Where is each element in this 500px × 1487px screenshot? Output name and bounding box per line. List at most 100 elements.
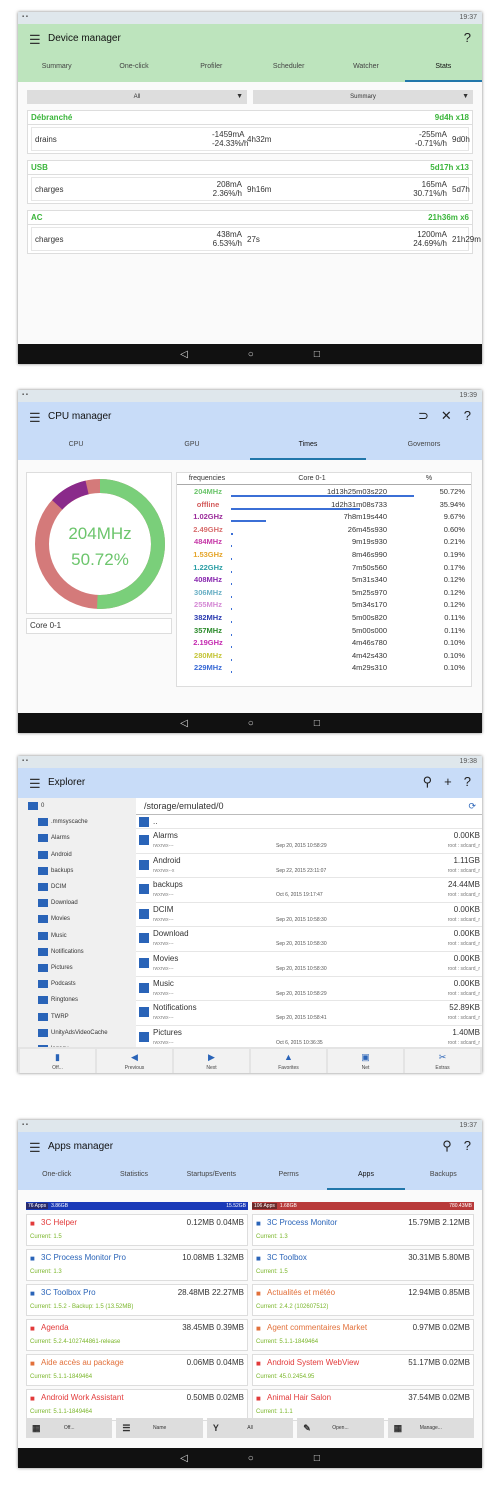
view-dropdown[interactable]: Summary ▼ <box>253 90 473 104</box>
app-item[interactable]: ■ Android Work Assistant 0.50MB 0.02MB Curr… <box>26 1389 248 1421</box>
tab-5[interactable]: Stats <box>404 54 482 82</box>
app-item[interactable]: ■ 3C Toolbox Pro 28.48MB 22.27MB Current: 1… <box>26 1284 248 1316</box>
file-owner: root : sdcard_r <box>447 965 480 972</box>
tree-item[interactable]: TWRP <box>18 1008 136 1024</box>
back-icon[interactable]: ◁ <box>180 718 188 729</box>
tree-item[interactable]: Music <box>18 928 136 944</box>
recents-icon[interactable]: □ <box>314 1453 320 1464</box>
bottom-button-3[interactable]: ✎ Open... <box>297 1418 384 1438</box>
app-item[interactable]: ■ 3C Toolbox 30.31MB 5.80MB Current: 1.5 <box>252 1249 474 1281</box>
toolbar-button-3[interactable]: ▲ Favorites <box>251 1049 326 1073</box>
tree-item[interactable]: Download <box>18 895 136 911</box>
close-icon[interactable]: ✕ <box>441 408 452 424</box>
file-row[interactable]: Android rwxrwx--x Sep 22, 2015 23:11:07 1.1… <box>136 854 482 879</box>
back-icon[interactable]: ◁ <box>180 1453 188 1464</box>
back-icon[interactable]: ◁ <box>180 349 188 360</box>
tab-1[interactable]: GPU <box>134 432 250 460</box>
recents-icon[interactable]: □ <box>314 349 320 360</box>
tab-3[interactable]: Governors <box>366 432 482 460</box>
tab-1[interactable]: Statistics <box>95 1162 172 1190</box>
tab-0[interactable]: CPU <box>18 432 134 460</box>
help-icon[interactable]: ? <box>464 408 471 424</box>
app-item[interactable]: ■ Animal Hair Salon 37.54MB 0.02MB Current:… <box>252 1389 474 1421</box>
search-icon[interactable]: ⚲ <box>442 1138 452 1154</box>
tab-4[interactable]: Watcher <box>327 54 404 82</box>
tree-item[interactable]: .mmsyscache <box>18 814 136 830</box>
app-item[interactable]: ■ 3C Process Monitor 15.79MB 2.12MB Current… <box>252 1214 474 1246</box>
tree-item-label: DCIM <box>51 884 67 891</box>
tree-item[interactable]: Alarms <box>18 830 136 846</box>
help-icon[interactable]: ? <box>464 774 471 790</box>
toolbar-button-1[interactable]: ◀ Previous <box>97 1049 172 1073</box>
tree-item[interactable]: Pictures <box>18 960 136 976</box>
tree-item[interactable]: DCIM <box>18 879 136 895</box>
undo-icon[interactable]: ⊃ <box>418 408 429 424</box>
menu-icon[interactable]: ☰ <box>29 1140 41 1156</box>
tab-3[interactable]: Scheduler <box>250 54 327 82</box>
tree-item[interactable]: UnityAdsVideoCache <box>18 1025 136 1041</box>
menu-icon[interactable]: ☰ <box>29 776 41 792</box>
file-row[interactable]: Alarms rwxrwx--- Sep 20, 2015 10:58:29 0.00… <box>136 829 482 854</box>
tree-item[interactable]: Ringtones <box>18 992 136 1008</box>
app-item[interactable]: ■ Android System WebView 51.17MB 0.02MB Cur… <box>252 1354 474 1386</box>
tree-item[interactable]: 0 <box>18 798 136 814</box>
frequency-label: 1.53GHz <box>193 549 223 559</box>
tree-item[interactable]: Movies <box>18 911 136 927</box>
app-item[interactable]: ■ Agent commentaires Market 0.97MB 0.02MB C… <box>252 1319 474 1351</box>
toolbar-button-5[interactable]: ✂ Extras <box>405 1049 480 1073</box>
tab-0[interactable]: One-click <box>18 1162 95 1190</box>
tab-1[interactable]: One-click <box>95 54 172 82</box>
app-item[interactable]: ■ 3C Process Monitor Pro 10.08MB 1.32MB Cur… <box>26 1249 248 1281</box>
tree-item-label: Pictures <box>51 964 73 971</box>
tab-4[interactable]: Apps <box>327 1162 405 1190</box>
file-row[interactable]: Notifications rwxrwx--- Sep 20, 2015 10:58… <box>136 1001 482 1026</box>
tab-2[interactable]: Profiler <box>173 54 250 82</box>
toolbar-button-2[interactable]: ▶ Next <box>174 1049 249 1073</box>
recents-icon[interactable]: □ <box>314 718 320 729</box>
home-icon[interactable]: ○ <box>248 1453 254 1464</box>
core-selector[interactable]: Core 0-1 <box>26 618 172 634</box>
file-row[interactable]: Movies rwxrwx--- Sep 20, 2015 10:58:30 0.00… <box>136 952 482 977</box>
search-icon[interactable]: ⚲ <box>423 774 433 790</box>
filter-dropdown[interactable]: All ▼ <box>27 90 247 104</box>
help-icon[interactable]: ? <box>464 1138 471 1154</box>
file-row[interactable]: Download rwxrwx--- Sep 20, 2015 10:58:30 0.… <box>136 927 482 952</box>
app-item[interactable]: ■ Aide accès au package 0.06MB 0.04MB Curre… <box>26 1354 248 1386</box>
refresh-icon[interactable]: ⟳ <box>468 801 476 812</box>
tab-0[interactable]: Summary <box>18 54 95 82</box>
frequency-label: 255MHz <box>194 600 222 610</box>
frequency-label: 2.49GHz <box>193 524 223 534</box>
toolbar-button-4[interactable]: ▣ Net <box>328 1049 403 1073</box>
file-row[interactable]: backups rwxrwx--- Oct 6, 2015 19:17:47 24.4… <box>136 878 482 903</box>
bottom-toolbar: ▦ Off... ☰ Name Y All ✎ Open... ▦ Manage... <box>26 1418 475 1438</box>
home-icon[interactable]: ○ <box>248 718 254 729</box>
row-label: drains <box>35 135 57 144</box>
time-value: 7h8m19s440 <box>343 512 387 522</box>
menu-icon[interactable]: ☰ <box>29 410 41 426</box>
file-row[interactable]: Pictures rwxrwx--- Oct 6, 2015 10:36:35 1.4… <box>136 1026 482 1047</box>
tab-3[interactable]: Perms <box>250 1162 327 1190</box>
menu-icon[interactable]: ☰ <box>29 32 41 48</box>
bottom-button-4[interactable]: ▦ Manage... <box>387 1418 475 1438</box>
folder-icon <box>139 835 149 845</box>
help-icon[interactable]: ? <box>464 30 471 45</box>
home-icon[interactable]: ○ <box>248 349 254 360</box>
bottom-button-1[interactable]: ☰ Name <box>116 1418 203 1438</box>
file-row[interactable]: Music rwxrwx--- Sep 20, 2015 10:58:29 0.00K… <box>136 977 482 1002</box>
tab-2[interactable]: Startups/Events <box>173 1162 250 1190</box>
tree-item[interactable]: backups <box>18 863 136 879</box>
tab-2[interactable]: Times <box>250 432 366 460</box>
app-item[interactable]: ■ 3C Helper 0.12MB 0.04MB Current: 1.5 <box>26 1214 248 1246</box>
tab-5[interactable]: Backups <box>405 1162 482 1190</box>
parent-folder-row[interactable]: .. <box>136 815 482 829</box>
bottom-button-0[interactable]: ▦ Off... <box>26 1418 113 1438</box>
add-icon[interactable]: + <box>444 774 452 790</box>
app-item[interactable]: ■ Actualités et météo 12.94MB 0.85MB Curren… <box>252 1284 474 1316</box>
tree-item[interactable]: Podcasts <box>18 976 136 992</box>
app-item[interactable]: ■ Agenda 38.45MB 0.39MB Current: 5.2.4-1027… <box>26 1319 248 1351</box>
tree-item[interactable]: Notifications <box>18 944 136 960</box>
toolbar-button-0[interactable]: ▮ Off... <box>20 1049 95 1073</box>
file-row[interactable]: DCIM rwxrwx--- Sep 20, 2015 10:58:30 0.00KB… <box>136 903 482 928</box>
tree-item[interactable]: Android <box>18 847 136 863</box>
bottom-button-2[interactable]: Y All <box>206 1418 294 1438</box>
